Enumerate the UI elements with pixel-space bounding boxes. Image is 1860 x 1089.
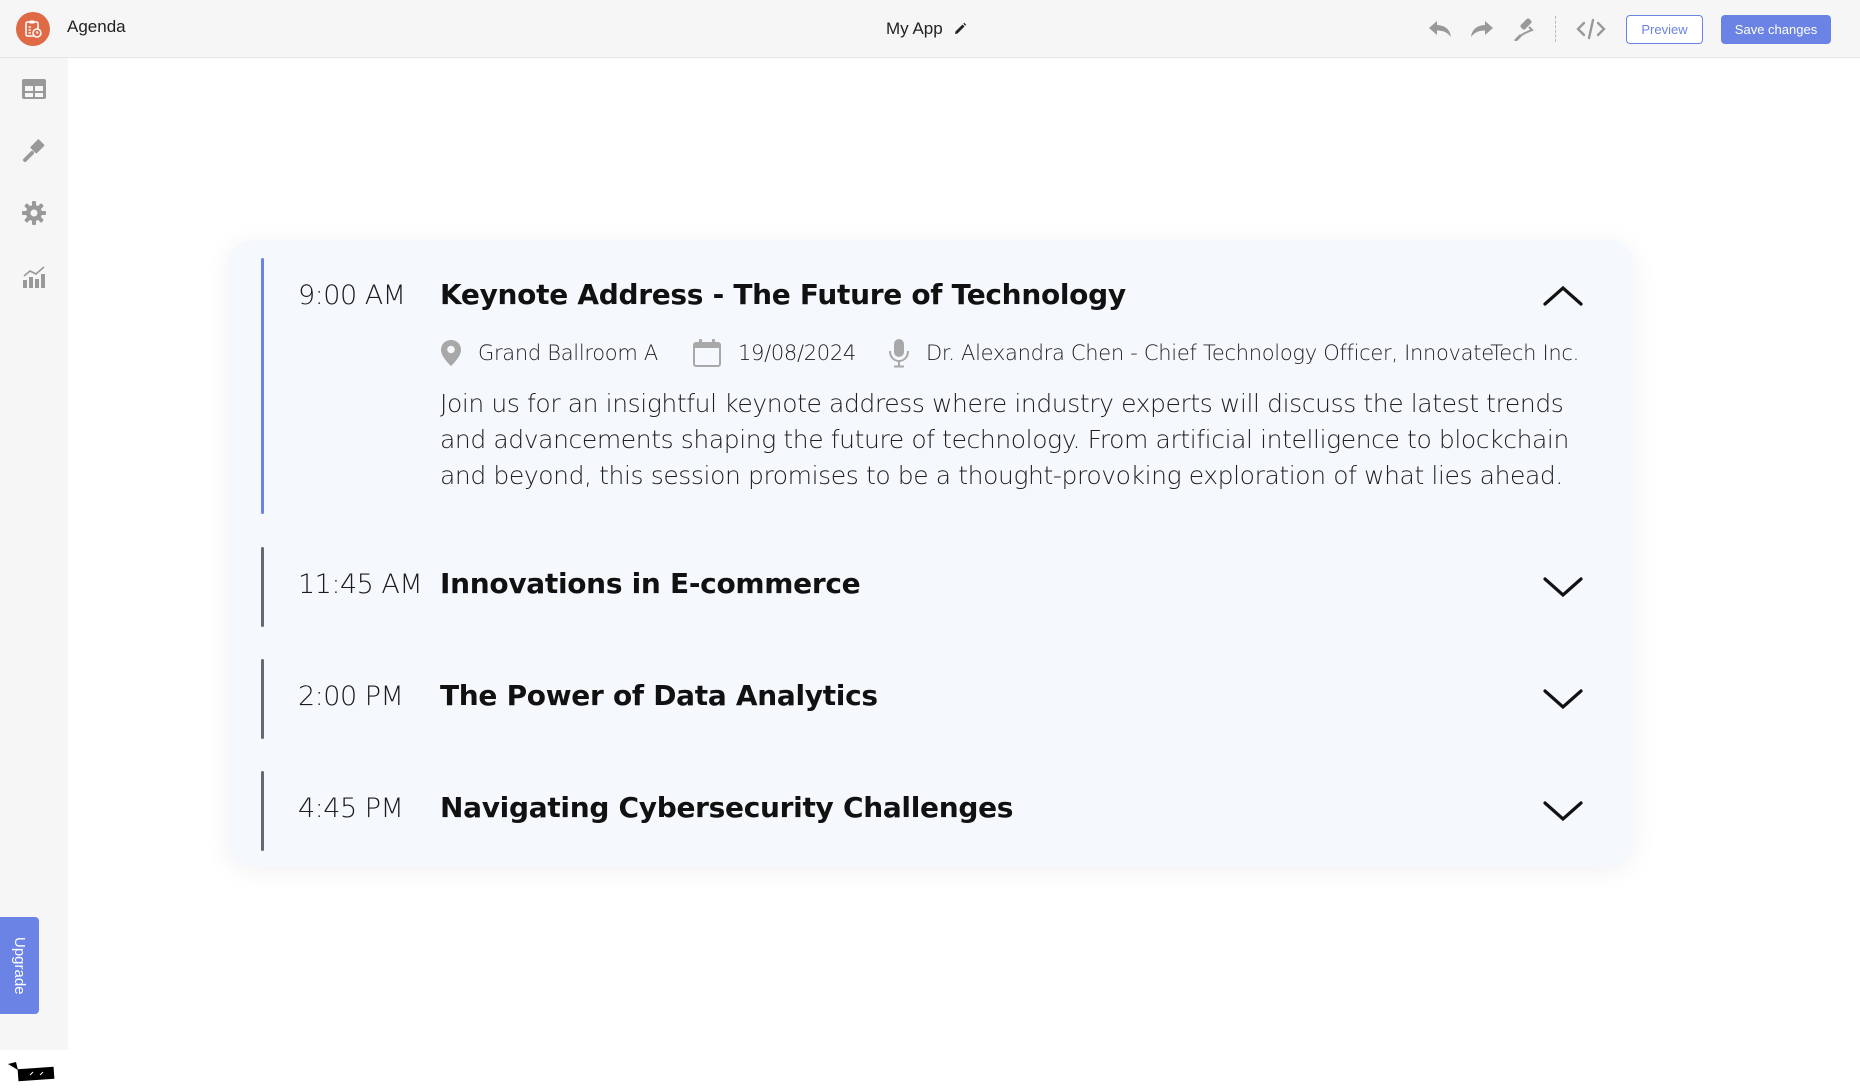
project-title-text: My App <box>886 19 943 38</box>
agenda-card: 9:00 AM Keynote Address - The Future of … <box>228 240 1633 866</box>
agenda-item-indicator <box>261 258 264 514</box>
sidebar-item-content[interactable] <box>20 75 48 103</box>
upgrade-button[interactable]: Upgrade <box>0 917 39 1014</box>
sidebar-item-settings[interactable] <box>20 199 48 227</box>
agenda-item-time: 9:00 AM <box>298 280 406 311</box>
agenda-item-indicator <box>261 659 264 739</box>
chevron-down-icon[interactable] <box>1543 575 1583 599</box>
analytics-icon <box>23 266 45 288</box>
location-pin-icon <box>441 340 461 366</box>
location-info: Grand Ballroom A <box>440 339 658 367</box>
agenda-item-indicator <box>261 771 264 851</box>
agenda-item[interactable]: 2:00 PM The Power of Data Analytics <box>228 659 1633 739</box>
toolbar-divider <box>1555 16 1556 42</box>
agenda-item-indicator <box>261 547 264 627</box>
paintbrush-icon <box>23 139 45 162</box>
paint-roller-icon[interactable] <box>1510 16 1538 42</box>
agenda-app-icon <box>16 12 50 46</box>
chevron-down-icon[interactable] <box>1543 799 1583 823</box>
agenda-item: 9:00 AM Keynote Address - The Future of … <box>228 240 1633 520</box>
agenda-item-time: 4:45 PM <box>298 793 404 824</box>
agenda-item-title[interactable]: The Power of Data Analytics <box>440 679 878 712</box>
agenda-item-time: 2:00 PM <box>298 681 404 712</box>
date-info: 19/08/2024 <box>692 338 856 368</box>
sidebar-item-design[interactable] <box>20 137 48 165</box>
gear-icon <box>22 201 46 225</box>
agenda-item-meta: Grand Ballroom A 19/08/2024 Dr. Alexandr… <box>440 338 1579 368</box>
agenda-item-time: 11:45 AM <box>298 569 423 600</box>
agenda-item-description: Join us for an insightful keynote addres… <box>440 389 1569 490</box>
preview-button[interactable]: Preview <box>1626 15 1703 44</box>
brand-logo-icon <box>8 1062 56 1089</box>
chevron-down-icon[interactable] <box>1543 687 1583 711</box>
calendar-icon <box>692 339 721 367</box>
agenda-item[interactable]: 4:45 PM Navigating Cybersecurity Challen… <box>228 771 1633 851</box>
agenda-item-title[interactable]: Navigating Cybersecurity Challenges <box>440 791 1013 824</box>
save-changes-button[interactable]: Save changes <box>1721 15 1831 44</box>
agenda-item-title[interactable]: Innovations in E-commerce <box>440 567 861 600</box>
agenda-item[interactable]: 11:45 AM Innovations in E-commerce <box>228 547 1633 627</box>
undo-icon[interactable] <box>1426 16 1454 42</box>
table-icon <box>22 79 46 99</box>
redo-icon[interactable] <box>1468 16 1496 42</box>
code-icon[interactable] <box>1574 16 1608 42</box>
sidebar-item-analytics[interactable] <box>20 263 48 291</box>
top-bar: Agenda My App Preview Save changes <box>0 0 1860 58</box>
chevron-up-icon[interactable] <box>1543 284 1583 308</box>
date-text: 19/08/2024 <box>737 341 856 365</box>
edit-pencil-icon[interactable] <box>953 22 967 36</box>
location-text: Grand Ballroom A <box>478 341 658 365</box>
upgrade-label: Upgrade <box>11 936 28 995</box>
sidebar: Upgrade <box>0 58 68 1082</box>
microphone-icon <box>889 339 909 368</box>
agenda-item-title[interactable]: Keynote Address - The Future of Technolo… <box>440 278 1126 311</box>
app-name: Agenda <box>67 17 126 36</box>
speaker-text: Dr. Alexandra Chen - Chief Technology Of… <box>926 341 1579 365</box>
speaker-info: Dr. Alexandra Chen - Chief Technology Of… <box>888 338 1579 368</box>
project-title[interactable]: My App <box>886 19 967 39</box>
